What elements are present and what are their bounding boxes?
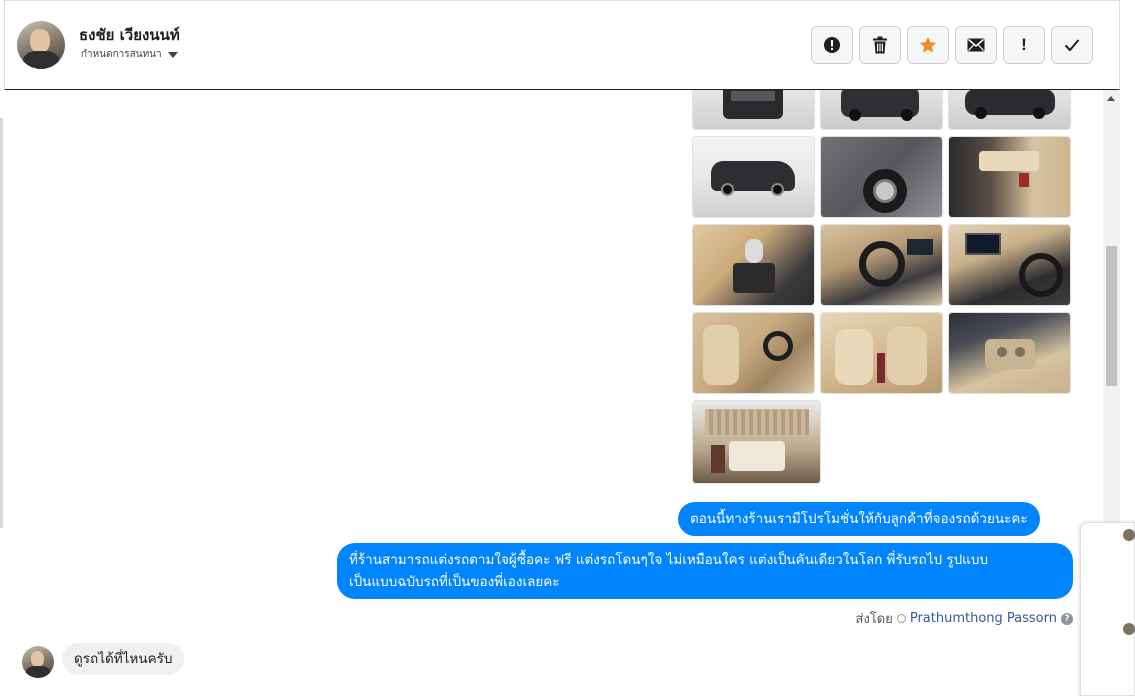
message-text-line: เป็นแบบฉบับรถที่เป็นของพี่เองเลยคะ: [349, 574, 560, 590]
photo-console-screen[interactable]: [948, 224, 1071, 306]
outgoing-message[interactable]: ตอนนี้ทางร้านเรามีโปรโมชั่นให้กับลูกค้าท…: [678, 502, 1040, 536]
mini-avatar: [1123, 623, 1135, 635]
page-icon: [896, 614, 906, 623]
exclamation-circle-icon: [824, 37, 840, 53]
message-list[interactable]: ตอนนี้ทางร้านเรามีโปรโมชั่นให้กับลูกค้าท…: [4, 90, 1103, 696]
report-button[interactable]: [811, 26, 853, 64]
done-button[interactable]: [1051, 26, 1093, 64]
mini-avatar: [1123, 529, 1135, 541]
contact-avatar[interactable]: [17, 21, 65, 69]
assign-label: กำหนดการสนทนา: [81, 49, 162, 60]
photo-van-rear-3q[interactable]: [948, 90, 1071, 130]
header-actions: !: [811, 26, 1093, 64]
assign-conversation-dropdown[interactable]: กำหนดการสนทนา: [81, 47, 178, 62]
photo-van-rear-partial[interactable]: [692, 90, 815, 130]
photo-door-interior[interactable]: [948, 136, 1071, 218]
mark-unread-button[interactable]: [955, 26, 997, 64]
sender-name[interactable]: Prathumthong Passorn: [910, 611, 1057, 626]
photo-rear-cabin[interactable]: [692, 400, 821, 484]
star-icon: [920, 37, 936, 53]
photo-front-seats[interactable]: [692, 312, 815, 394]
photo-van-wheel-closeup[interactable]: [820, 136, 943, 218]
contact-name[interactable]: ธงชัย เวียงนนท์: [79, 23, 180, 47]
photo-van-rear[interactable]: [820, 90, 943, 130]
photo-dashboard-steering[interactable]: [820, 224, 943, 306]
photo-gear-shifter[interactable]: [692, 224, 815, 306]
important-button[interactable]: !: [1003, 26, 1045, 64]
messenger-conversation: ธงชัย เวียงนนท์ กำหนดการสนทนา ! ตอนนี้ทา…: [0, 0, 1135, 696]
outgoing-message[interactable]: ที่ร้านสามารถแต่งรถตามใจผู้ซื้อคะ ฟรี แต…: [337, 543, 1073, 599]
caret-down-icon: [167, 51, 178, 58]
photo-captain-seats[interactable]: [820, 312, 943, 394]
message-text: ดูรถได้ที่ไหนครับ: [74, 651, 173, 667]
conversation-header: ธงชัย เวียงนนท์ กำหนดการสนทนา !: [4, 0, 1120, 90]
exclamation-icon: !: [1021, 35, 1027, 54]
contact-avatar-small[interactable]: [22, 646, 54, 678]
message-text: ตอนนี้ทางร้านเรามีโปรโมชั่นให้กับลูกค้าท…: [690, 511, 1028, 527]
photo-seat-controls[interactable]: [948, 312, 1071, 394]
check-icon: [1064, 39, 1080, 52]
help-icon[interactable]: ?: [1061, 612, 1073, 625]
side-panel-edge[interactable]: [1080, 522, 1135, 696]
scroll-up-arrow-icon[interactable]: [1107, 96, 1115, 101]
envelope-icon: [967, 38, 985, 52]
scrollbar-thumb[interactable]: [1106, 246, 1117, 386]
trash-icon: [873, 36, 887, 54]
delete-button[interactable]: [859, 26, 901, 64]
star-button[interactable]: [907, 26, 949, 64]
photo-van-side[interactable]: [692, 136, 815, 218]
sent-by-info: ส่งโดย Prathumthong Passorn ?: [856, 608, 1073, 629]
sent-by-label: ส่งโดย: [855, 612, 893, 627]
message-text-line: ที่ร้านสามารถแต่งรถตามใจผู้ซื้อคะ ฟรี แต…: [349, 552, 989, 568]
incoming-message[interactable]: ดูรถได้ที่ไหนครับ: [62, 643, 185, 675]
